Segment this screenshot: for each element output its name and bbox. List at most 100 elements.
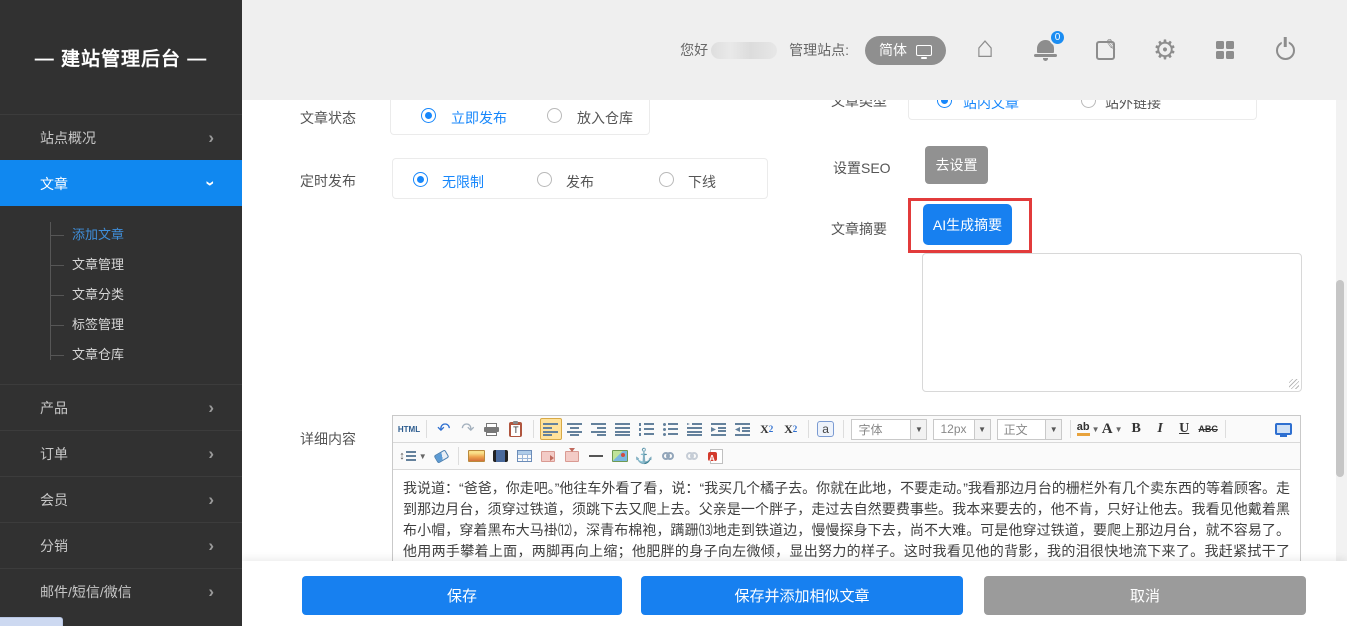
- greeting-text: 您好: [680, 40, 708, 60]
- grid-icon: [1216, 41, 1234, 59]
- rich-text-editor: HTML ↶ ↷: [392, 415, 1301, 561]
- article-type-group: 站内文章 站外链接: [908, 100, 1257, 120]
- justify-icon[interactable]: [612, 418, 634, 440]
- radio-offline-label: 下线: [688, 172, 716, 192]
- align-center-icon[interactable]: [564, 418, 586, 440]
- auto-typeset-icon[interactable]: a: [815, 418, 837, 440]
- summary-textarea[interactable]: [922, 253, 1302, 392]
- chevron-right-icon: ›: [208, 399, 214, 416]
- sidebar-item-mail-sms-wechat[interactable]: 邮件/短信/微信 ›: [0, 568, 242, 614]
- ordered-list-icon[interactable]: [636, 418, 658, 440]
- radio-publish-now[interactable]: [421, 108, 436, 123]
- radio-to-warehouse[interactable]: [547, 108, 562, 123]
- article-status-group: 立即发布 放入仓库: [390, 100, 650, 135]
- home-icon: ⌂: [976, 33, 994, 63]
- sidebar-item-products[interactable]: 产品 ›: [0, 384, 242, 430]
- unlink-icon[interactable]: [681, 445, 703, 467]
- apps-button[interactable]: [1212, 37, 1238, 63]
- content-label: 详细内容: [300, 429, 356, 449]
- schedule-label: 定时发布: [300, 171, 356, 191]
- bottom-action-bar: 保存 保存并添加相似文章 取消: [242, 561, 1347, 626]
- editor-toolbar-row1: HTML ↶ ↷: [393, 416, 1300, 443]
- undo-icon[interactable]: ↶: [433, 418, 455, 440]
- insert-video-icon[interactable]: [489, 445, 511, 467]
- font-size-select[interactable]: 12px▼: [933, 419, 990, 440]
- chevron-right-icon: ›: [208, 129, 214, 146]
- insert-table-icon[interactable]: [513, 445, 535, 467]
- sidebar-item-label: 产品: [40, 398, 68, 418]
- home-button[interactable]: ⌂: [972, 37, 998, 63]
- edit-icon: ✎: [1096, 41, 1115, 60]
- logout-button[interactable]: [1272, 37, 1298, 63]
- notifications-button[interactable]: 0: [1032, 37, 1058, 63]
- sidebar: — 建站管理后台 — 站点概况 › 文章 › 添加文章 文章管理 文章分类 标签…: [0, 0, 242, 626]
- insert-image-icon[interactable]: [465, 445, 487, 467]
- word-image-import-icon[interactable]: A: [705, 445, 727, 467]
- align-right-icon[interactable]: [588, 418, 610, 440]
- seo-label: 设置SEO: [833, 158, 891, 178]
- align-left-icon[interactable]: [540, 418, 562, 440]
- font-family-select[interactable]: 字体▼: [851, 419, 927, 440]
- cancel-button[interactable]: 取消: [984, 576, 1306, 615]
- submenu-item-article-category[interactable]: 文章分类: [0, 280, 242, 310]
- sidebar-item-site-overview[interactable]: 站点概况 ›: [0, 114, 242, 160]
- highlight-color-icon[interactable]: ab▼: [1077, 418, 1099, 440]
- image-map-icon[interactable]: [609, 445, 631, 467]
- schedule-group: 无限制 发布 下线: [392, 158, 768, 199]
- radio-publish[interactable]: [537, 172, 552, 187]
- radio-offline[interactable]: [659, 172, 674, 187]
- paste-text-icon[interactable]: [505, 418, 527, 440]
- chevron-right-icon: ›: [208, 491, 214, 508]
- sidebar-item-articles[interactable]: 文章 ›: [0, 160, 242, 206]
- fullscreen-icon[interactable]: [1273, 418, 1295, 440]
- sidebar-item-distribution[interactable]: 分销 ›: [0, 522, 242, 568]
- submenu-item-tag-manage[interactable]: 标签管理: [0, 310, 242, 340]
- first-line-indent-icon[interactable]: [684, 418, 706, 440]
- radio-to-warehouse-label: 放入仓库: [577, 108, 633, 128]
- articles-submenu: 添加文章 文章管理 文章分类 标签管理 文章仓库: [0, 206, 242, 384]
- insert-link-icon[interactable]: [657, 445, 679, 467]
- anchor-icon[interactable]: ⚓: [633, 445, 655, 467]
- italic-icon[interactable]: I: [1149, 418, 1171, 440]
- unordered-list-icon[interactable]: [660, 418, 682, 440]
- submenu-item-add-article[interactable]: 添加文章: [0, 220, 242, 250]
- bold-icon[interactable]: B: [1125, 418, 1147, 440]
- compose-button[interactable]: ✎: [1092, 37, 1118, 63]
- submenu-item-article-warehouse[interactable]: 文章仓库: [0, 340, 242, 370]
- language-site-switch-button[interactable]: 简体: [865, 36, 946, 65]
- redo-icon[interactable]: ↷: [457, 418, 479, 440]
- indent-icon[interactable]: [708, 418, 730, 440]
- outdent-icon[interactable]: [732, 418, 754, 440]
- font-color-icon[interactable]: A▼: [1101, 418, 1123, 440]
- save-and-add-similar-button[interactable]: 保存并添加相似文章: [641, 576, 963, 615]
- underline-icon[interactable]: U: [1173, 418, 1195, 440]
- format-eraser-icon[interactable]: [430, 445, 452, 467]
- sidebar-item-label: 邮件/短信/微信: [40, 582, 132, 602]
- radio-external-link[interactable]: [1081, 100, 1096, 108]
- radio-internal-article[interactable]: [937, 100, 952, 108]
- sidebar-item-orders[interactable]: 订单 ›: [0, 430, 242, 476]
- paragraph-format-select[interactable]: 正文▼: [997, 419, 1063, 440]
- sidebar-item-label: 文章: [40, 174, 68, 194]
- ai-generate-summary-button[interactable]: AI生成摘要: [923, 204, 1012, 245]
- subscript-icon[interactable]: X2: [756, 418, 778, 440]
- save-button[interactable]: 保存: [302, 576, 622, 615]
- sidebar-item-members[interactable]: 会员 ›: [0, 476, 242, 522]
- seo-settings-button[interactable]: 去设置: [925, 146, 988, 184]
- horizontal-rule-icon[interactable]: [585, 445, 607, 467]
- page-break-icon[interactable]: [537, 445, 559, 467]
- radio-external-link-label: 站外链接: [1105, 100, 1161, 113]
- line-height-icon[interactable]: ↕ ▼: [398, 445, 428, 467]
- editor-toolbar-row2: ↕ ▼ ⚓ A: [393, 443, 1300, 470]
- manage-site-label: 管理站点:: [789, 40, 849, 60]
- print-icon[interactable]: [481, 418, 503, 440]
- radio-no-limit[interactable]: [413, 172, 428, 187]
- settings-button[interactable]: ⚙: [1152, 37, 1178, 63]
- submenu-item-article-manage[interactable]: 文章管理: [0, 250, 242, 280]
- superscript-icon[interactable]: X2: [780, 418, 802, 440]
- scrollbar-thumb[interactable]: [1336, 280, 1344, 477]
- html-source-button[interactable]: HTML: [398, 418, 420, 440]
- strikethrough-icon[interactable]: ABC: [1197, 418, 1219, 440]
- template-insert-icon[interactable]: [561, 445, 583, 467]
- editor-content-area[interactable]: 我说道：“爸爸，你走吧。”他往车外看了看，说：“我买几个橘子去。你就在此地，不要…: [393, 470, 1300, 561]
